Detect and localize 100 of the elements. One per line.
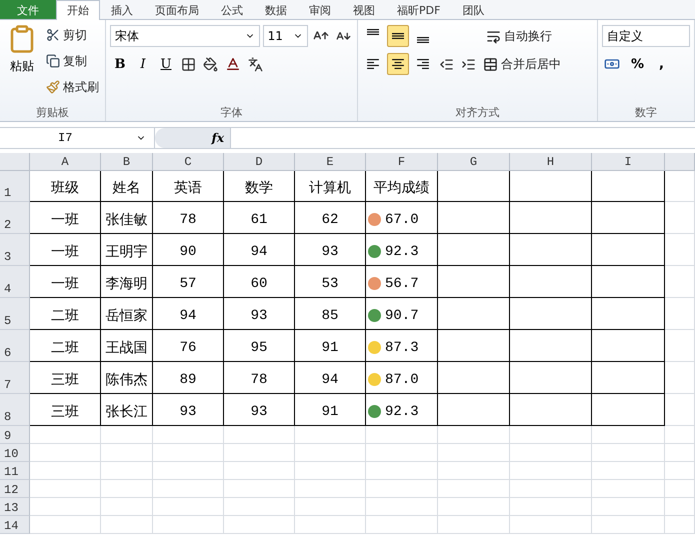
horizontal-align-button[interactable] (387, 53, 409, 75)
column-header[interactable]: A (30, 153, 101, 171)
cut-button[interactable]: 剪切 (44, 24, 101, 46)
empty-cell[interactable] (592, 171, 665, 202)
empty-cell[interactable] (510, 330, 592, 362)
ribbon-tab[interactable]: 页面布局 (144, 0, 210, 19)
column-header[interactable]: I (592, 153, 665, 171)
empty-cell[interactable] (510, 394, 592, 426)
empty-cell[interactable] (438, 266, 510, 298)
align-icon (392, 33, 404, 39)
vertical-align-button[interactable] (387, 25, 409, 47)
empty-cell[interactable] (510, 298, 592, 330)
group-label: 剪贴板 (35, 105, 70, 121)
number-format-select[interactable]: 自定义 (602, 25, 690, 47)
format-painter-button[interactable]: 格式刷 (44, 76, 101, 98)
table-cell: 王战国 (101, 330, 153, 362)
paste-button[interactable]: 粘贴 (4, 24, 40, 105)
scissors-icon (46, 28, 60, 42)
row-header[interactable]: 12 (0, 480, 30, 498)
table-cell: 93 (295, 234, 366, 266)
empty-cell[interactable] (438, 234, 510, 266)
column-header[interactable]: G (438, 153, 510, 171)
row-header[interactable]: 8 (0, 394, 30, 426)
empty-cell[interactable] (592, 202, 665, 234)
merge-center-button[interactable]: 合并后居中 (481, 53, 563, 75)
ribbon-tab[interactable]: 福昕PDF (386, 0, 452, 19)
ribbon-tab[interactable]: 审阅 (298, 0, 342, 19)
ribbon-tab[interactable]: 视图 (342, 0, 386, 19)
font-name-select[interactable]: 宋体 (110, 25, 260, 47)
column-header[interactable]: D (224, 153, 295, 171)
empty-cell[interactable] (510, 266, 592, 298)
empty-cell[interactable] (592, 266, 665, 298)
row-header[interactable]: 5 (0, 298, 30, 330)
table-cell: 一班 (30, 202, 101, 234)
select-all-corner[interactable] (0, 153, 30, 171)
row-header[interactable]: 6 (0, 330, 30, 362)
wrap-text-button[interactable]: 自动换行 (484, 25, 554, 47)
empty-cell[interactable] (438, 202, 510, 234)
table-cell: 94 (224, 234, 295, 266)
ribbon-tab[interactable]: 文件 (0, 0, 56, 19)
empty-cell[interactable] (510, 202, 592, 234)
empty-cell[interactable] (438, 171, 510, 202)
table-cell: 张长江 (101, 394, 153, 426)
font-size-select[interactable]: 11 (262, 25, 308, 47)
table-cell: 91 (295, 330, 366, 362)
empty-cell[interactable] (510, 362, 592, 394)
column-header[interactable]: E (295, 153, 366, 171)
empty-cell[interactable] (592, 298, 665, 330)
group-label: 字体 (220, 105, 244, 121)
row-header[interactable]: 13 (0, 498, 30, 516)
row-header[interactable]: 2 (0, 202, 30, 234)
empty-cell[interactable] (592, 394, 665, 426)
row-header[interactable]: 11 (0, 462, 30, 480)
italic-button[interactable]: I (133, 53, 153, 75)
cell-text: 67.0 (385, 212, 419, 228)
bold-button[interactable]: B (110, 53, 130, 75)
table-cell: 94 (153, 298, 224, 330)
ribbon-tab[interactable]: 开始 (56, 0, 100, 20)
empty-cell[interactable] (510, 171, 592, 202)
ribbon-tab[interactable]: 数据 (254, 0, 298, 19)
empty-cell[interactable] (438, 298, 510, 330)
column-header[interactable] (665, 153, 695, 171)
cell-text: 92.3 (385, 404, 419, 420)
underline-button[interactable]: U (156, 53, 176, 75)
align-icon (367, 29, 379, 35)
row-header[interactable]: 10 (0, 444, 30, 462)
column-header[interactable]: C (153, 153, 224, 171)
ribbon-tab[interactable]: 插入 (100, 0, 144, 19)
group-label: 对齐方式 (454, 105, 500, 121)
empty-cell[interactable] (438, 362, 510, 394)
percent-button[interactable]: % (625, 56, 650, 72)
copy-button[interactable]: 复制 (44, 50, 101, 72)
row-header[interactable]: 1 (0, 171, 30, 202)
table-cell: 平均成绩 (366, 171, 438, 202)
row-header[interactable]: 9 (0, 426, 30, 444)
empty-cell[interactable] (510, 234, 592, 266)
empty-cell[interactable] (438, 394, 510, 426)
table-cell: 二班 (30, 330, 101, 362)
row-header[interactable]: 4 (0, 266, 30, 298)
ribbon-tab[interactable]: 公式 (210, 0, 254, 19)
column-header[interactable]: F (366, 153, 438, 171)
table-cell: 94 (295, 362, 366, 394)
empty-cell[interactable] (592, 330, 665, 362)
row-header[interactable]: 3 (0, 234, 30, 266)
column-header[interactable]: B (101, 153, 153, 171)
row-header[interactable]: 7 (0, 362, 30, 394)
table-cell: 61 (224, 202, 295, 234)
empty-cell[interactable] (592, 234, 665, 266)
ribbon-tab[interactable]: 团队 (451, 0, 496, 19)
row-header[interactable]: 14 (0, 516, 30, 534)
table-cell: 89 (153, 362, 224, 394)
column-header[interactable]: H (510, 153, 592, 171)
empty-cell[interactable] (438, 330, 510, 362)
insert-function-button[interactable]: fx (155, 128, 230, 148)
cell-text: 56.7 (385, 276, 419, 292)
group-label: 数字 (634, 105, 658, 121)
empty-cell[interactable] (592, 362, 665, 394)
comma-button[interactable]: , (653, 56, 670, 72)
increase-indent-icon (461, 56, 476, 72)
cell-text: 92.3 (385, 244, 419, 260)
